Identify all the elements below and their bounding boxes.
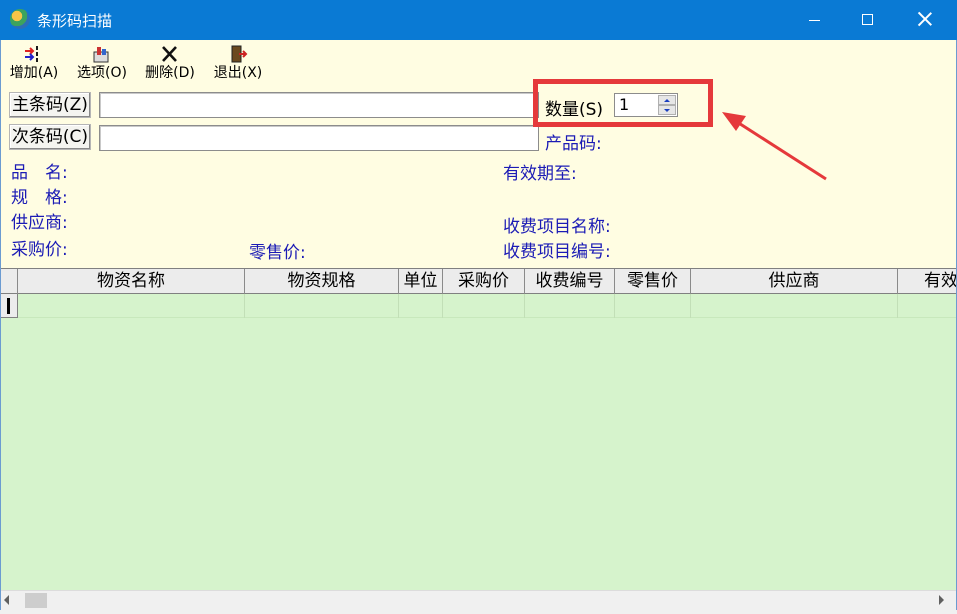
close-icon — [918, 12, 932, 26]
title-bar: 条形码扫描 — [0, 0, 957, 40]
horizontal-scrollbar[interactable] — [1, 590, 956, 610]
scroll-right-icon[interactable] — [939, 595, 944, 605]
grid-corner-cell — [1, 269, 18, 294]
maximize-button[interactable] — [841, 0, 895, 40]
minimize-button[interactable] — [787, 0, 841, 40]
add-icon — [23, 44, 45, 64]
charge-item-code-label: 收费项目编号: — [503, 242, 611, 262]
supplier-label: 供应商: — [11, 213, 68, 233]
primary-barcode-button[interactable]: 主条码(Z) — [9, 92, 91, 118]
options-button-label: 选项(O) — [77, 65, 127, 81]
charge-item-name-label: 收费项目名称: — [503, 217, 611, 237]
scroll-left-icon[interactable] — [4, 595, 9, 605]
delete-button[interactable]: 删除(D) — [141, 44, 199, 88]
retail-price-label: 零售价: — [249, 243, 306, 263]
column-header[interactable]: 零售价 — [615, 269, 691, 294]
purchase-price-label: 采购价: — [11, 240, 68, 260]
add-button[interactable]: 增加(A) — [5, 44, 63, 88]
table-cell[interactable] — [399, 294, 443, 318]
secondary-barcode-input[interactable] — [99, 125, 539, 151]
minimize-icon — [809, 20, 820, 21]
table-cell[interactable] — [245, 294, 399, 318]
exit-button-label: 退出(X) — [213, 65, 263, 81]
product-code-label: 产品码: — [545, 134, 602, 154]
exit-button[interactable]: 退出(X) — [209, 44, 267, 88]
table-cell[interactable] — [898, 294, 956, 318]
grid-header: 物资名称 物资规格 单位 采购价 收费编号 零售价 供应商 有效 — [1, 269, 956, 294]
options-button[interactable]: 选项(O) — [73, 44, 131, 88]
exit-door-icon — [227, 44, 249, 64]
column-header[interactable]: 采购价 — [443, 269, 525, 294]
column-header[interactable]: 供应商 — [691, 269, 898, 294]
add-button-label: 增加(A) — [9, 65, 59, 81]
annotation-arrow — [722, 112, 827, 181]
spec-label: 规 格: — [11, 188, 68, 208]
secondary-barcode-button[interactable]: 次条码(C) — [9, 124, 91, 150]
quantity-highlight-box — [533, 79, 713, 127]
column-header[interactable]: 收费编号 — [525, 269, 615, 294]
column-header[interactable]: 物资规格 — [245, 269, 399, 294]
close-button[interactable] — [898, 0, 952, 40]
delete-button-label: 删除(D) — [145, 65, 195, 81]
maximize-icon — [862, 14, 873, 25]
table-cell[interactable] — [443, 294, 525, 318]
expiry-label: 有效期至: — [503, 164, 577, 184]
table-cell[interactable] — [525, 294, 615, 318]
table-cell[interactable] — [691, 294, 898, 318]
row-indicator-icon — [1, 294, 18, 318]
column-header[interactable]: 单位 — [399, 269, 443, 294]
items-grid[interactable]: 物资名称 物资规格 单位 采购价 收费编号 零售价 供应商 有效 — [1, 268, 956, 590]
column-header[interactable]: 物资名称 — [18, 269, 245, 294]
options-icon — [91, 44, 113, 64]
toolbar: 增加(A) 选项(O) 删除(D) 退出(X) — [1, 40, 956, 88]
name-label: 品 名: — [11, 163, 68, 183]
window-title: 条形码扫描 — [37, 12, 113, 30]
table-cell[interactable] — [615, 294, 691, 318]
primary-barcode-input[interactable] — [99, 92, 539, 118]
table-row[interactable] — [1, 294, 956, 318]
scroll-thumb[interactable] — [25, 593, 47, 608]
column-header[interactable]: 有效 — [898, 269, 956, 294]
app-icon — [10, 9, 30, 29]
table-cell[interactable] — [18, 294, 245, 318]
delete-icon — [159, 44, 181, 64]
window-bottom-edge — [0, 610, 957, 614]
